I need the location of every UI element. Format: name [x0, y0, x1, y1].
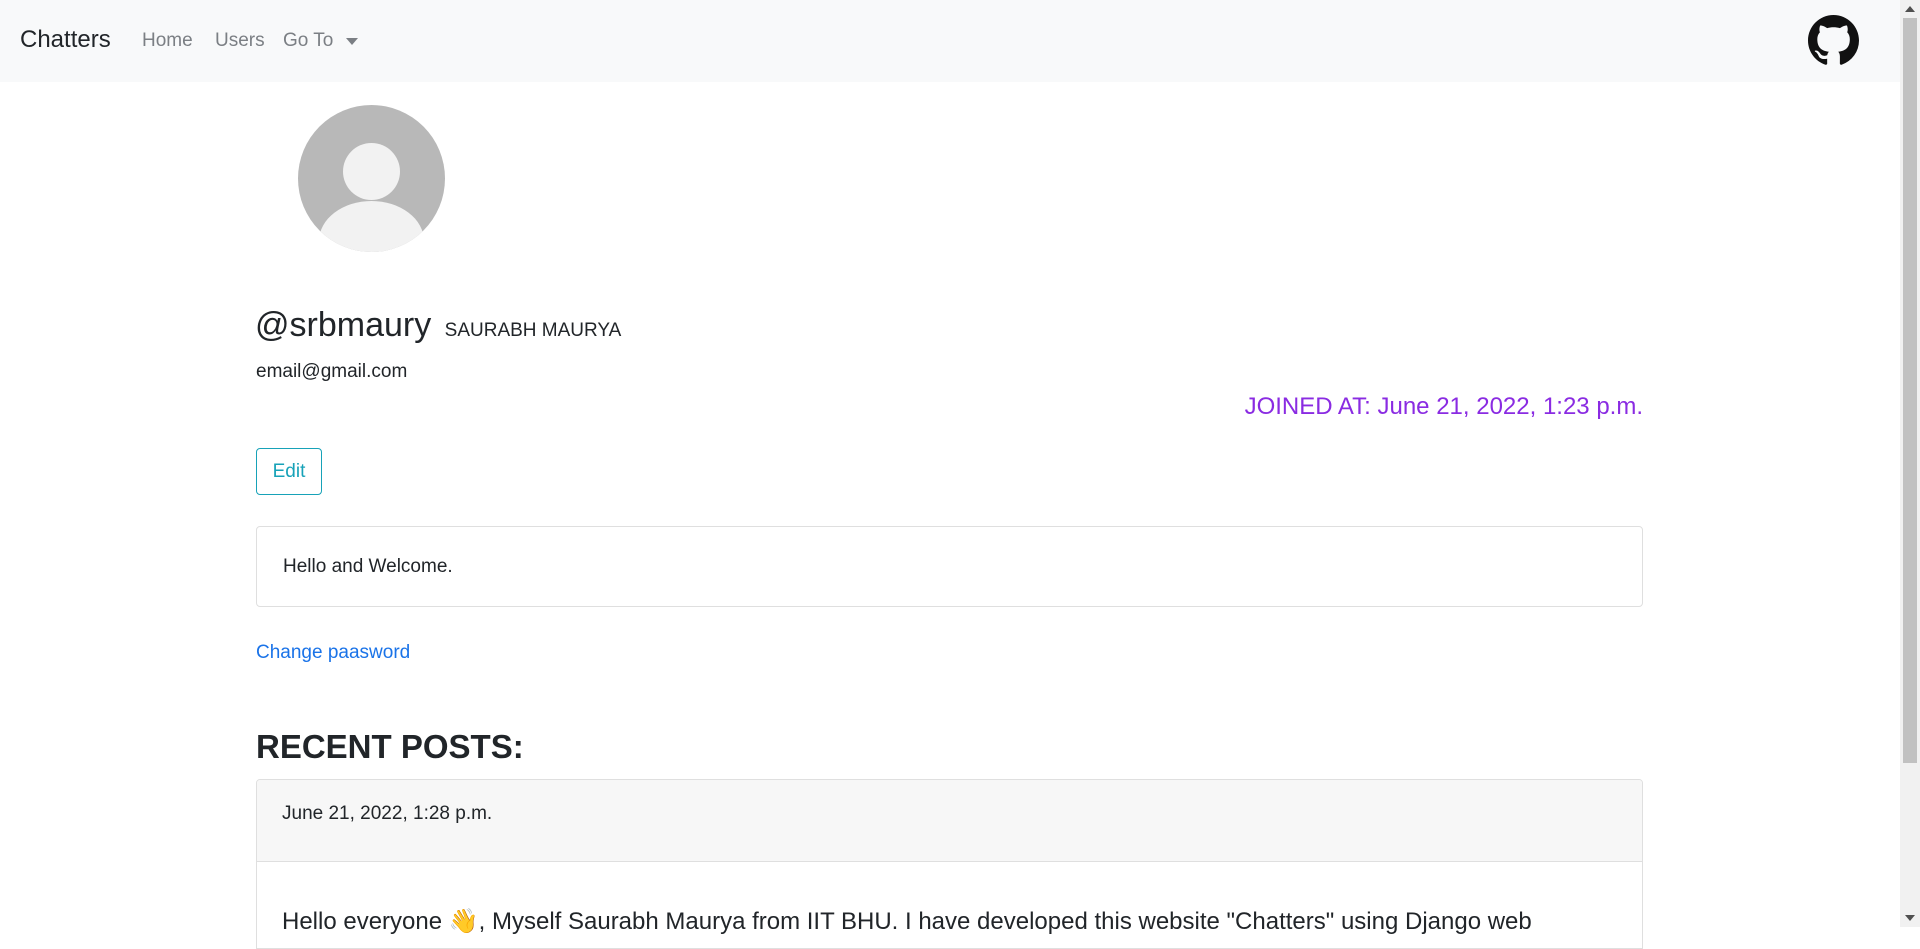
post-body: Hello everyone 👋, Myself Saurabh Maurya … [282, 908, 1532, 935]
brand-link[interactable]: Chatters [20, 26, 111, 54]
scroll-up-arrow-icon[interactable] [1905, 6, 1915, 12]
scroll-down-arrow-icon[interactable] [1905, 915, 1915, 921]
github-icon[interactable] [1808, 15, 1859, 66]
avatar [298, 105, 445, 252]
joined-date: JOINED AT: June 21, 2022, 1:23 p.m. [1244, 393, 1643, 420]
avatar-body-shape [319, 201, 424, 252]
edit-button[interactable]: Edit [256, 448, 322, 495]
bio-card: Hello and Welcome. [256, 526, 1643, 607]
nav-home-link[interactable]: Home [142, 30, 193, 52]
username: @srbmaury [255, 306, 432, 344]
navbar: Chatters Home Users Go To [0, 0, 1900, 82]
post-date: June 21, 2022, 1:28 p.m. [282, 803, 493, 824]
email-text: email@gmail.com [256, 361, 408, 382]
full-name: Saurabh Maurya [444, 320, 622, 341]
recent-posts-heading: RECENT POSTS: [256, 728, 524, 765]
nav-users-link[interactable]: Users [215, 30, 265, 52]
post-card: June 21, 2022, 1:28 p.m. Hello everyone … [256, 779, 1643, 949]
bio-text: Hello and Welcome. [283, 556, 453, 577]
chevron-down-icon[interactable] [346, 38, 358, 45]
vertical-scrollbar[interactable] [1900, 0, 1920, 927]
avatar-head-shape [343, 143, 400, 200]
nav-goto-dropdown[interactable]: Go To [283, 30, 333, 52]
post-header: June 21, 2022, 1:28 p.m. [257, 780, 1642, 862]
profile-heading: @srbmaury Saurabh Maurya [255, 306, 621, 345]
change-password-link[interactable]: Change paasword [256, 642, 410, 664]
scrollbar-thumb[interactable] [1903, 18, 1917, 763]
